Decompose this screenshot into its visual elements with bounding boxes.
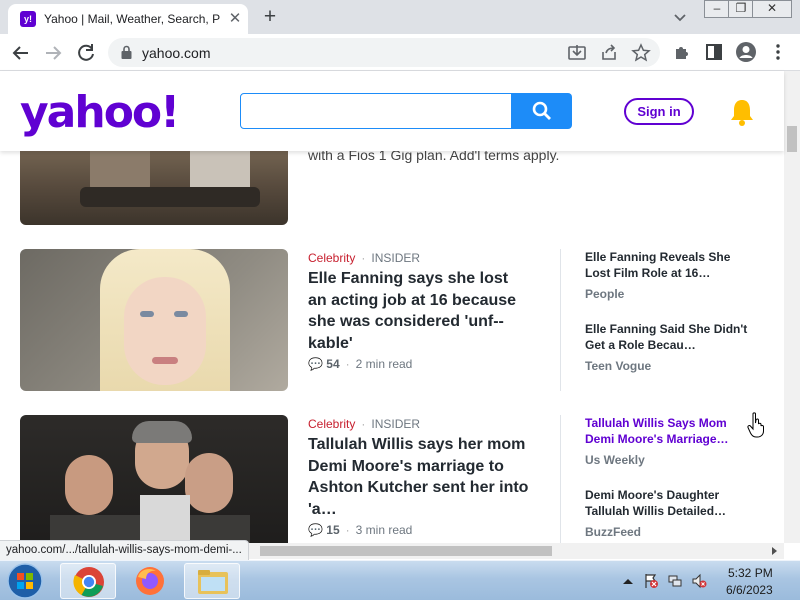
new-tab-button[interactable]: + — [258, 6, 282, 30]
taskbar-firefox[interactable] — [122, 563, 178, 599]
address-bar[interactable]: yahoo.com — [108, 38, 660, 67]
firefox-icon — [136, 567, 164, 595]
fios-ad-image[interactable] — [20, 151, 288, 225]
ad-teaser-text[interactable]: with a Fios 1 Gig plan. Add'l terms appl… — [308, 151, 559, 163]
story-headline[interactable]: Elle Fanning says she lost an acting job… — [308, 268, 530, 354]
back-arrow-icon[interactable] — [8, 40, 34, 66]
story-meta: Celebrity · INSIDER — [308, 251, 421, 265]
yahoo-favicon-icon: y! — [20, 11, 36, 27]
browser-tab[interactable]: y! Yahoo | Mail, Weather, Search, Politi… — [8, 4, 248, 34]
comment-count[interactable]: 15 — [326, 523, 339, 537]
divider — [560, 415, 561, 543]
search-icon — [532, 101, 551, 120]
taskbar-file-explorer[interactable] — [184, 563, 240, 599]
vertical-scroll-thumb[interactable] — [787, 126, 797, 152]
search-input[interactable] — [240, 93, 512, 129]
story-stats: 💬 15 · 3 min read — [308, 523, 413, 537]
yahoo-header: yahoo! Sign in — [0, 71, 784, 151]
read-time: 3 min read — [355, 523, 413, 537]
tab-search-chevron-icon[interactable] — [670, 8, 690, 26]
related-story-title[interactable]: Demi Moore's Daughter Tallulah Willis De… — [585, 487, 755, 519]
close-window-button[interactable]: ✕ — [752, 0, 792, 18]
story-category[interactable]: Celebrity — [308, 251, 355, 265]
share-icon[interactable] — [598, 42, 620, 64]
windows-taskbar: 5:32 PM 6/6/2023 — [0, 560, 800, 600]
reload-icon[interactable] — [73, 40, 99, 66]
read-time: 2 min read — [355, 357, 413, 371]
action-center-flag-icon[interactable] — [643, 573, 659, 589]
tab-title: Yahoo | Mail, Weather, Search, Politics,… — [44, 12, 220, 26]
story-thumbnail[interactable] — [20, 415, 288, 543]
comment-count[interactable]: 54 — [326, 357, 339, 371]
comment-icon[interactable]: 💬 — [308, 357, 323, 371]
scroll-right-arrow-icon[interactable] — [770, 547, 778, 555]
link-status-bar: yahoo.com/.../tallulah-willis-says-mom-d… — [0, 540, 249, 560]
chrome-icon — [73, 567, 104, 597]
show-hidden-icons-icon[interactable] — [620, 573, 636, 589]
related-story-title[interactable]: Elle Fanning Said She Didn't Get a Role … — [585, 321, 755, 353]
story-card[interactable]: Celebrity · INSIDER Tallulah Willis says h… — [0, 415, 784, 543]
story-source: INSIDER — [371, 417, 421, 431]
tab-strip: y! Yahoo | Mail, Weather, Search, Politi… — [0, 0, 800, 34]
story-category[interactable]: Celebrity — [308, 417, 355, 431]
side-panel-icon[interactable] — [703, 41, 725, 63]
taskbar-chrome[interactable] — [60, 563, 116, 599]
related-story-source: Us Weekly — [585, 453, 645, 467]
search-button[interactable] — [512, 93, 572, 129]
volume-muted-icon[interactable] — [691, 573, 707, 589]
profile-avatar-icon[interactable] — [735, 41, 757, 63]
forward-arrow-icon[interactable] — [40, 40, 66, 66]
browser-toolbar: yahoo.com — [0, 34, 800, 71]
clock-time[interactable]: 5:32 PM — [728, 566, 773, 580]
chrome-menu-icon[interactable] — [767, 41, 789, 63]
story-thumbnail[interactable] — [20, 249, 288, 391]
story-meta: Celebrity · INSIDER — [308, 417, 421, 431]
news-feed: with a Fios 1 Gig plan. Add'l terms appl… — [0, 151, 784, 543]
clock-date[interactable]: 6/6/2023 — [726, 583, 773, 597]
story-stats: 💬 54 · 2 min read — [308, 357, 413, 371]
restore-button[interactable]: ❐ — [728, 0, 754, 18]
extensions-puzzle-icon[interactable] — [671, 41, 693, 63]
comment-icon[interactable]: 💬 — [308, 523, 323, 537]
story-headline[interactable]: Tallulah Willis says her mom Demi Moore'… — [308, 434, 530, 520]
divider — [560, 249, 561, 391]
start-button-icon[interactable] — [4, 562, 46, 600]
minimize-button[interactable]: – — [704, 0, 730, 18]
notification-bell-icon[interactable] — [728, 97, 756, 127]
story-card[interactable]: Celebrity · INSIDER Elle Fanning says she … — [0, 249, 784, 391]
sign-in-button[interactable]: Sign in — [624, 98, 694, 125]
url-text: yahoo.com — [142, 45, 211, 61]
yahoo-logo[interactable]: yahoo! — [20, 87, 180, 138]
tab-close-icon[interactable]: ✕ — [226, 10, 244, 28]
related-story-source: BuzzFeed — [585, 525, 642, 539]
related-story-source: Teen Vogue — [585, 359, 652, 373]
vertical-scrollbar[interactable] — [784, 71, 800, 543]
install-icon[interactable] — [566, 42, 588, 64]
network-icon[interactable] — [667, 573, 683, 589]
related-story-title[interactable]: Tallulah Willis Says Mom Demi Moore's Ma… — [585, 415, 755, 447]
bookmark-star-icon[interactable] — [630, 42, 652, 64]
hand-cursor-icon — [747, 412, 764, 438]
story-source: INSIDER — [371, 251, 421, 265]
lock-icon[interactable] — [120, 45, 133, 60]
related-story-title[interactable]: Elle Fanning Reveals She Lost Film Role … — [585, 249, 755, 281]
horizontal-scroll-thumb[interactable] — [260, 546, 552, 556]
related-story-source: People — [585, 287, 625, 301]
file-explorer-icon — [198, 570, 228, 594]
